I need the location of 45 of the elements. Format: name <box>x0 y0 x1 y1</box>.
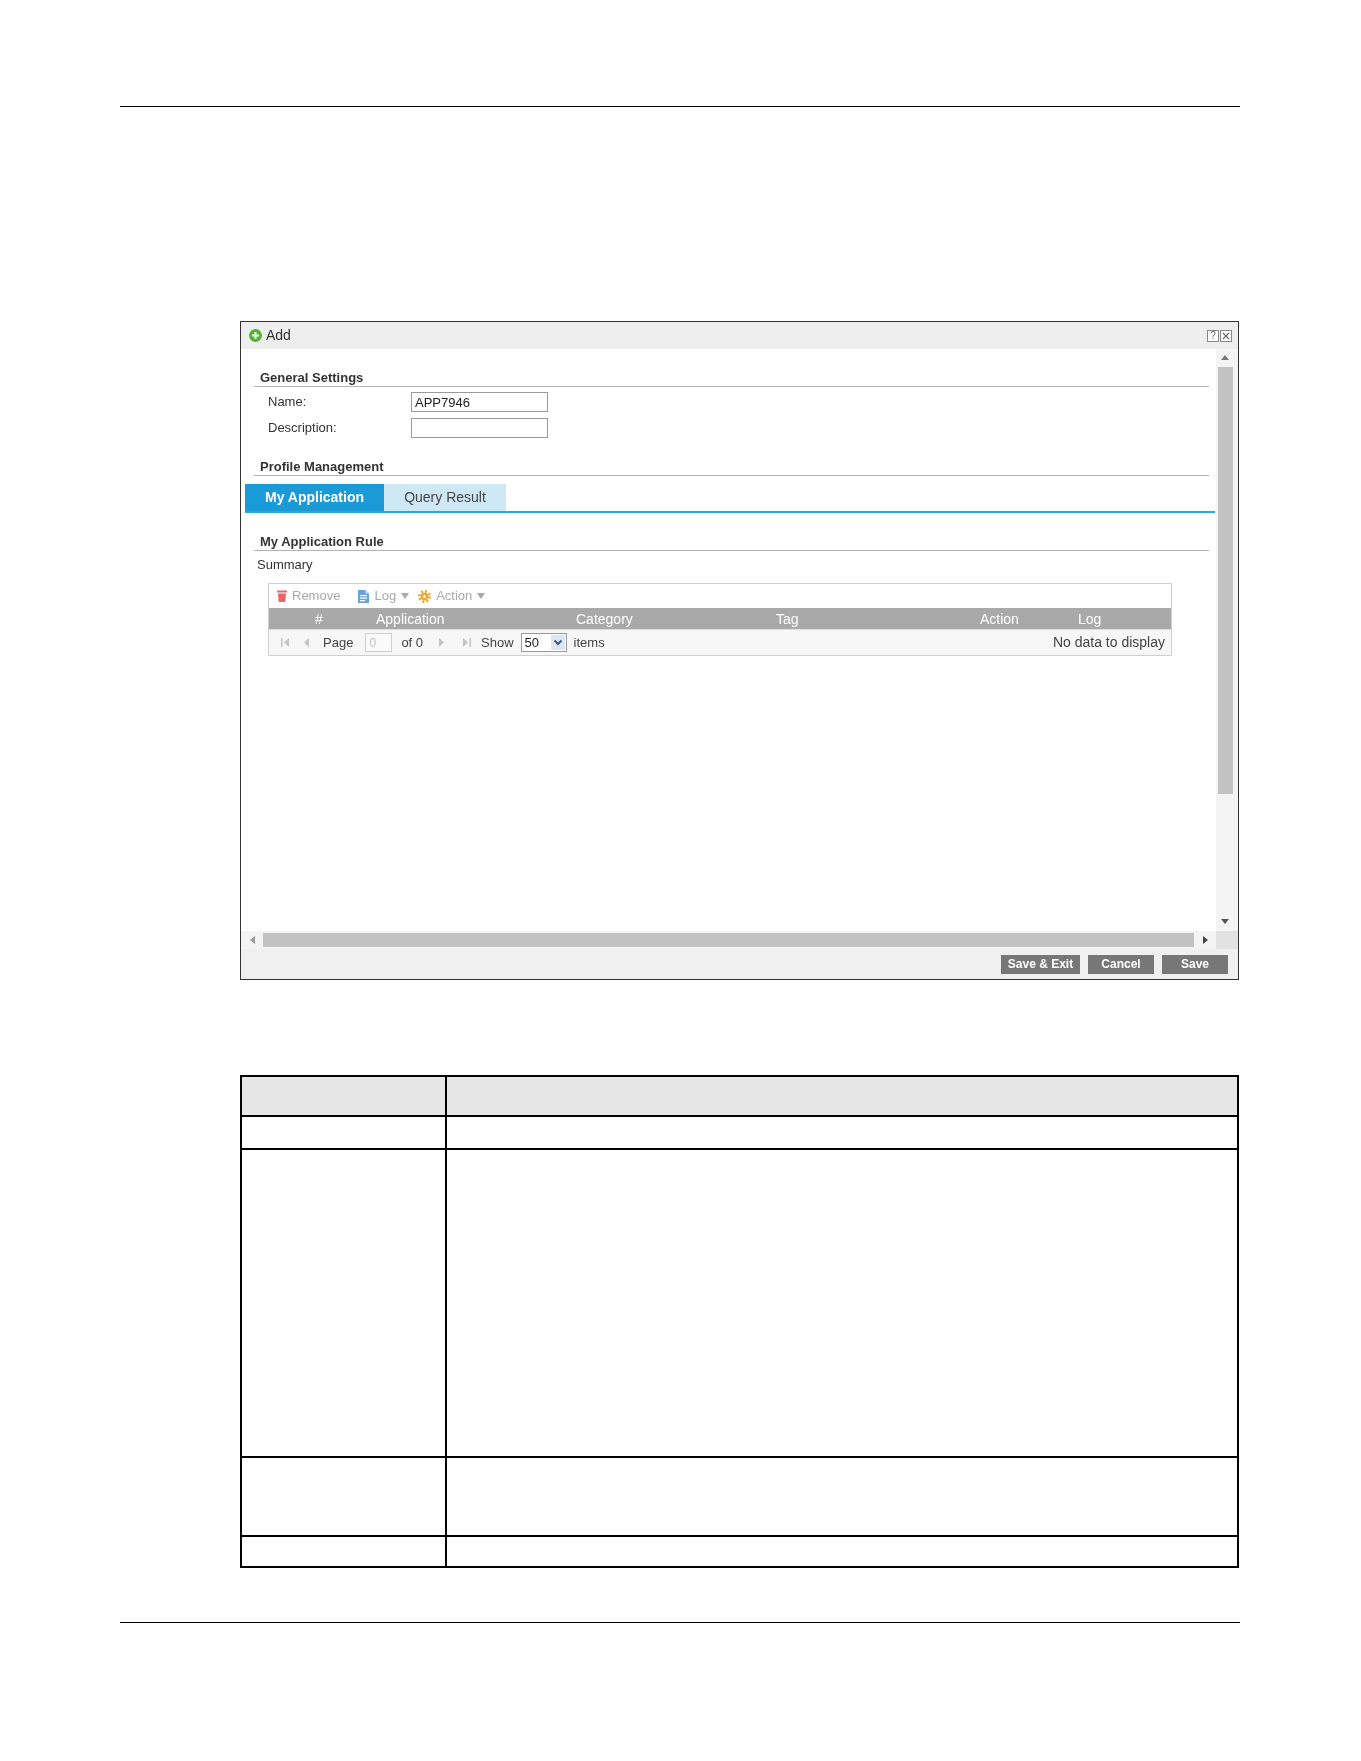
gear-icon <box>418 589 432 603</box>
scrollbar-corner <box>1216 931 1238 949</box>
scroll-up-icon[interactable] <box>1221 355 1229 360</box>
scroll-right-icon[interactable] <box>1202 936 1208 944</box>
previous-page-icon[interactable] <box>304 638 309 647</box>
close-icon[interactable] <box>1220 329 1232 342</box>
help-button[interactable]: ? <box>1207 329 1219 342</box>
page-label: Page <box>323 633 354 652</box>
cancel-button[interactable]: Cancel <box>1088 954 1154 974</box>
page-count-label: of 0 <box>401 633 424 652</box>
next-page-icon[interactable] <box>439 638 445 647</box>
last-page-icon[interactable] <box>462 638 472 647</box>
column-header[interactable]: Action <box>980 610 1019 627</box>
scroll-left-icon[interactable] <box>249 936 255 944</box>
summary-label: Summary <box>257 557 313 573</box>
show-label: Show <box>481 633 514 652</box>
items-label: items <box>573 633 605 652</box>
vertical-scrollbar[interactable] <box>1216 349 1238 931</box>
dialog-title: Add <box>266 326 291 345</box>
section-heading: General Settings <box>254 370 1209 387</box>
tab[interactable]: Query Result <box>384 484 506 511</box>
text-field[interactable] <box>411 418 548 438</box>
tab[interactable]: My Application <box>245 484 384 511</box>
save-and-exit-button[interactable]: Save & Exit <box>1001 954 1080 974</box>
section-heading: My Application Rule <box>254 534 1209 551</box>
add-icon <box>249 329 262 342</box>
caret-icon <box>477 593 486 599</box>
column-header[interactable]: Tag <box>776 610 799 627</box>
status-text: No data to display <box>1052 633 1165 652</box>
text-field[interactable]: APP7946 <box>411 392 548 412</box>
column-header[interactable]: Category <box>576 610 633 627</box>
column-header[interactable]: Log <box>1078 610 1102 627</box>
section-heading: Profile Management <box>254 459 1209 476</box>
column-header[interactable]: Application <box>376 610 445 627</box>
trash-icon <box>277 590 287 602</box>
field-label: Description: <box>268 419 338 438</box>
document-icon <box>358 589 370 603</box>
first-page-icon[interactable] <box>281 638 290 647</box>
save-button[interactable]: Save <box>1162 954 1228 974</box>
caret-icon <box>401 593 410 599</box>
horizontal-scrollbar-thumb[interactable] <box>263 933 1194 947</box>
scroll-down-icon[interactable] <box>1221 919 1229 924</box>
field-label: Name: <box>268 393 308 412</box>
column-header[interactable]: # <box>315 610 323 627</box>
scrollbar-thumb[interactable] <box>1217 367 1233 794</box>
